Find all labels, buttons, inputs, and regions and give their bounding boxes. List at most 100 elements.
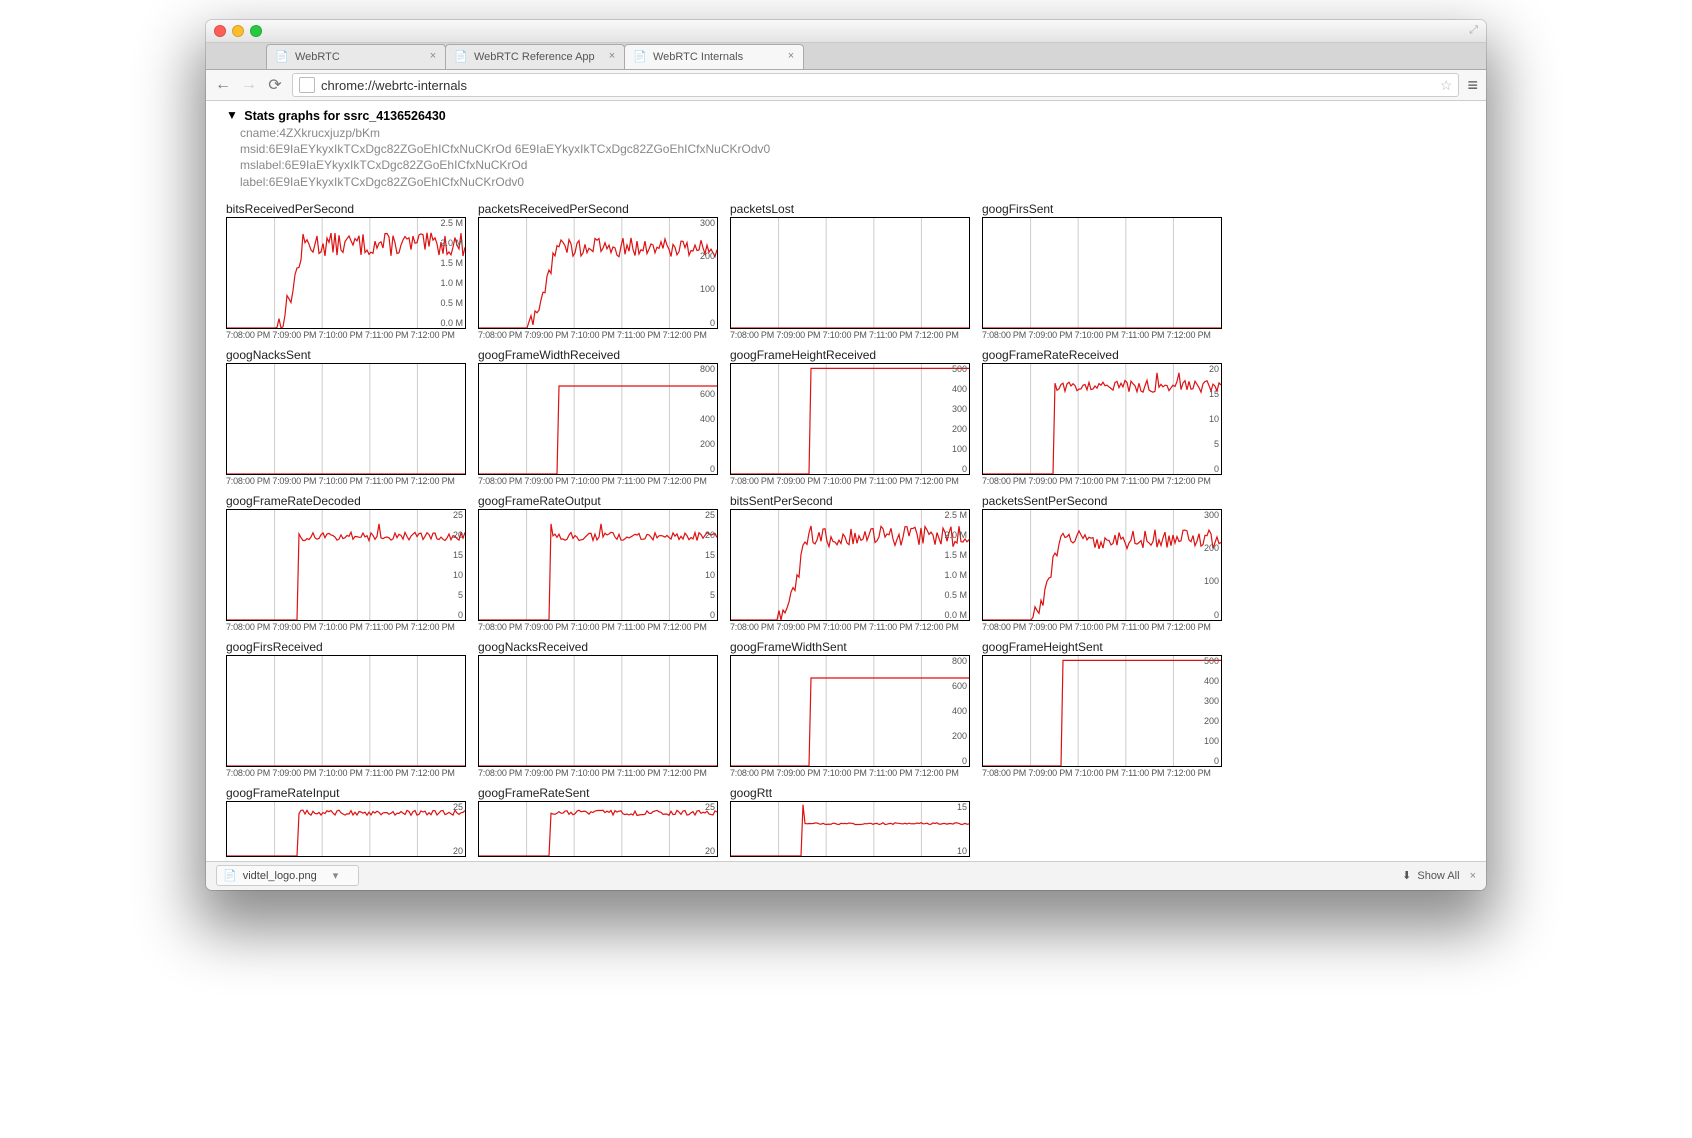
chart-plot: 8006004002000 (730, 655, 970, 767)
chart-cell: packetsReceivedPerSecond30020010007:08:0… (478, 198, 726, 340)
chart-plot: 1510 (730, 801, 970, 857)
chevron-down-icon[interactable]: ▾ (333, 869, 339, 882)
chart-title: googFirsReceived (226, 640, 474, 654)
chart-title: googFrameRateReceived (982, 348, 1230, 362)
chart-title: googFrameWidthSent (730, 640, 978, 654)
browser-window: ⤢ 📄WebRTC×📄WebRTC Reference App×📄WebRTC … (206, 20, 1486, 890)
chart-title: googFrameHeightReceived (730, 348, 978, 362)
download-chip[interactable]: 📄 vidtel_logo.png ▾ (216, 865, 359, 886)
chart-cell: googFrameWidthReceived80060040020007:08:… (478, 344, 726, 486)
x-axis-labels: 7:08:00 PM 7:09:00 PM 7:10:00 PM 7:11:00… (226, 476, 474, 486)
section-header[interactable]: ▼ Stats graphs for ssrc_4136526430 (226, 109, 1474, 123)
forward-button[interactable]: → (240, 76, 258, 94)
chart-plot: 8006004002000 (478, 363, 718, 475)
y-tick-label: 0.0 M (440, 318, 463, 328)
y-tick-label: 5 (710, 590, 715, 600)
tab-label: WebRTC (295, 51, 340, 63)
x-axis-labels: 7:08:00 PM 7:09:00 PM 7:10:00 PM 7:11:00… (478, 622, 726, 632)
x-axis-labels: 7:08:00 PM 7:09:00 PM 7:10:00 PM 7:11:00… (982, 622, 1230, 632)
downloads-bar: 📄 vidtel_logo.png ▾ ⬇ Show All × (206, 861, 1486, 890)
chart-title: googFrameRateSent (478, 786, 726, 800)
chart-plot: 2.5 M2.0 M1.5 M1.0 M0.5 M0.0 M (730, 509, 970, 621)
y-tick-label: 200 (700, 251, 715, 261)
chrome-menu-icon[interactable]: ≡ (1467, 75, 1478, 96)
fullscreen-icon[interactable]: ⤢ (1469, 24, 1478, 37)
back-button[interactable]: ← (214, 76, 232, 94)
chart-cell: googFirsSent7:08:00 PM 7:09:00 PM 7:10:0… (982, 198, 1230, 340)
x-axis-labels: 7:08:00 PM 7:09:00 PM 7:10:00 PM 7:11:00… (982, 768, 1230, 778)
y-tick-label: 25 (453, 510, 463, 520)
meta-line: mslabel:6E9IaEYkyxIkTCxDgc82ZGoEhICfxNuC… (240, 157, 1474, 173)
y-tick-label: 20 (705, 846, 715, 856)
y-tick-label: 10 (957, 846, 967, 856)
chart-cell: googFrameHeightReceived50040030020010007… (730, 344, 978, 486)
chart-plot: 20151050 (982, 363, 1222, 475)
y-tick-label: 25 (453, 802, 463, 812)
y-tick-label: 0 (962, 464, 967, 474)
y-tick-label: 1.5 M (944, 550, 967, 560)
charts-grid: bitsReceivedPerSecond 2.5 M 2.0 M 1.5 M 1.0 … (226, 198, 1474, 857)
y-tick-label: 100 (1204, 576, 1219, 586)
y-tick-label: 800 (700, 364, 715, 374)
chart-cell: packetsLost7:08:00 PM 7:09:00 PM 7:10:00… (730, 198, 978, 340)
y-tick-label: 200 (1204, 543, 1219, 553)
close-window-button[interactable] (214, 25, 226, 37)
section-title: Stats graphs for ssrc_4136526430 (244, 109, 446, 123)
address-bar[interactable]: chrome://webrtc-internals ☆ (292, 73, 1459, 97)
meta-line: msid:6E9IaEYkyxIkTCxDgc82ZGoEhICfxNuCKrO… (240, 141, 1474, 157)
browser-tab[interactable]: 📄WebRTC Reference App× (445, 44, 625, 69)
page-content: ▼ Stats graphs for ssrc_4136526430 cname… (206, 101, 1486, 861)
chart-cell: googFrameRateDecoded25201510507:08:00 PM… (226, 490, 474, 632)
close-tab-button[interactable]: × (427, 50, 439, 62)
chart-cell: bitsSentPerSecond2.5 M2.0 M1.5 M1.0 M0.5… (730, 490, 978, 632)
tab-strip: 📄WebRTC×📄WebRTC Reference App×📄WebRTC In… (206, 43, 1486, 70)
y-tick-label: 300 (700, 218, 715, 228)
y-tick-label: 2.5 M (440, 218, 463, 228)
chart-title: bitsReceivedPerSecond (226, 202, 474, 216)
chart-plot (478, 655, 718, 767)
y-tick-label: 15 (705, 550, 715, 560)
chart-title: packetsSentPerSecond (982, 494, 1230, 508)
y-tick-label: 0 (710, 464, 715, 474)
bookmark-star-icon[interactable]: ☆ (1440, 77, 1453, 94)
favicon-icon: 📄 (275, 50, 289, 64)
y-tick-label: 400 (952, 706, 967, 716)
y-tick-label: 400 (952, 384, 967, 394)
reload-button[interactable]: ⟳ (266, 75, 284, 95)
show-all-downloads-button[interactable]: ⬇ Show All (1402, 869, 1459, 882)
y-tick-label: 25 (705, 510, 715, 520)
y-tick-label: 0 (710, 610, 715, 620)
chart-plot (982, 217, 1222, 329)
y-tick-label: 300 (1204, 696, 1219, 706)
close-downloads-bar-button[interactable]: × (1470, 870, 1476, 882)
y-tick-label: 500 (952, 364, 967, 374)
browser-tab[interactable]: 📄WebRTC Internals× (624, 44, 804, 69)
y-tick-label: 0 (458, 610, 463, 620)
minimize-window-button[interactable] (232, 25, 244, 37)
y-tick-label: 2.0 M (944, 530, 967, 540)
favicon-icon: 📄 (454, 50, 468, 64)
chart-plot (730, 217, 970, 329)
y-tick-label: 10 (453, 570, 463, 580)
x-axis-labels: 7:08:00 PM 7:09:00 PM 7:10:00 PM 7:11:00… (226, 622, 474, 632)
url-text: chrome://webrtc-internals (321, 78, 467, 93)
y-tick-label: 0.5 M (440, 298, 463, 308)
y-tick-label: 600 (952, 681, 967, 691)
close-tab-button[interactable]: × (606, 50, 618, 62)
disclosure-triangle-icon[interactable]: ▼ (226, 108, 238, 122)
y-tick-label: 1.0 M (944, 570, 967, 580)
close-tab-button[interactable]: × (785, 50, 797, 62)
chart-title: packetsLost (730, 202, 978, 216)
chart-title: googFrameHeightSent (982, 640, 1230, 654)
y-tick-label: 1.0 M (440, 278, 463, 288)
chart-cell: packetsSentPerSecond30020010007:08:00 PM… (982, 490, 1230, 632)
favicon-icon: 📄 (633, 50, 647, 64)
y-tick-label: 0 (1214, 464, 1219, 474)
chart-title: bitsSentPerSecond (730, 494, 978, 508)
y-tick-label: 0.5 M (944, 590, 967, 600)
y-tick-label: 5 (1214, 439, 1219, 449)
browser-tab[interactable]: 📄 WebRTC × (266, 44, 446, 69)
zoom-window-button[interactable] (250, 25, 262, 37)
chart-plot: 2520 (226, 801, 466, 857)
y-tick-label: 800 (952, 656, 967, 666)
